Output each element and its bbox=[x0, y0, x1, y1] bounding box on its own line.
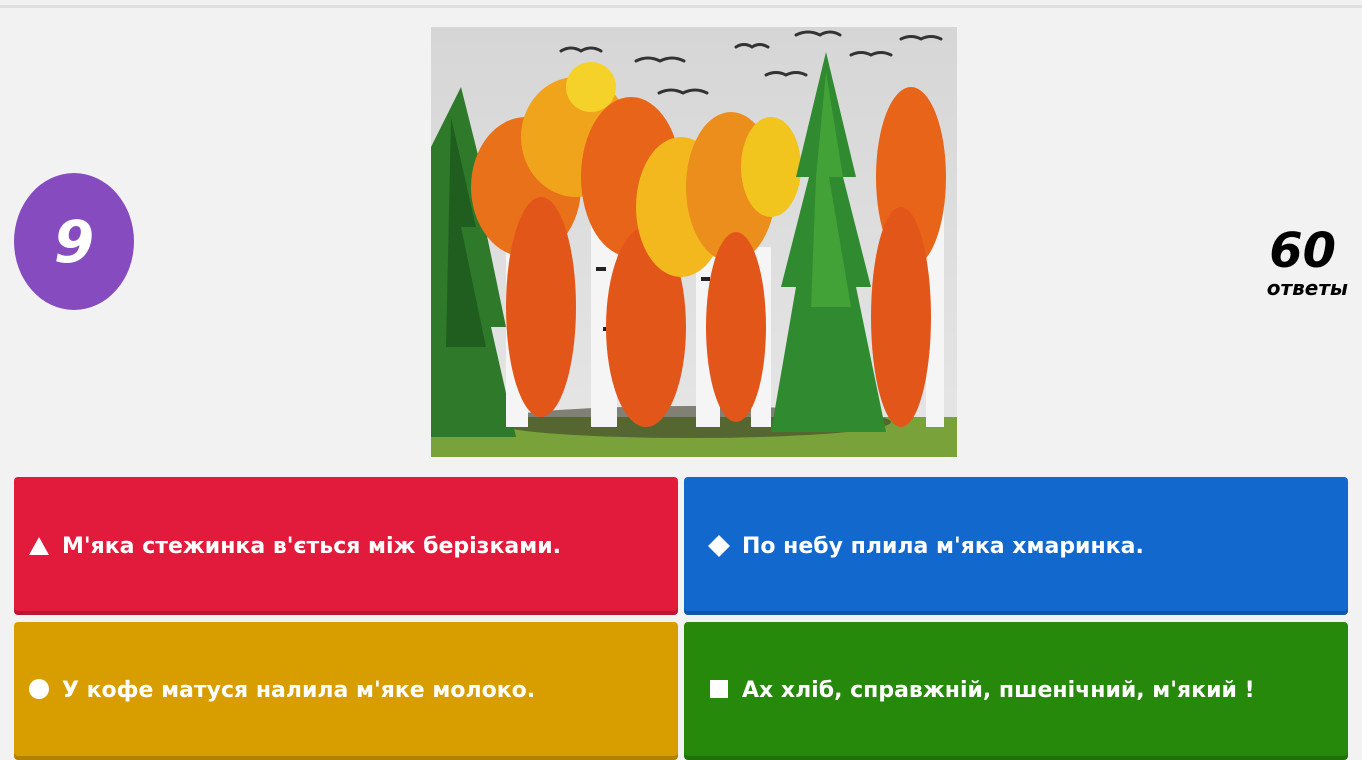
answer-text: У кофе матуся налила м'яке молоко. bbox=[62, 678, 536, 703]
answer-option-circle[interactable]: У кофе матуся налила м'яке молоко. bbox=[14, 622, 678, 760]
answer-text: М'яка стежинка в'ється між берізками. bbox=[62, 533, 561, 559]
answer-text: Ах хліб, справжній, пшенічний, м'який ! bbox=[742, 678, 1255, 703]
circle-icon bbox=[28, 678, 50, 700]
answers-count: 60 bbox=[1269, 223, 1336, 279]
answer-option-diamond[interactable]: По небу плила м'яка хмаринка. bbox=[684, 477, 1348, 615]
answers-counter: 60 ответы bbox=[1208, 226, 1348, 300]
question-number: 9 bbox=[53, 207, 95, 276]
answer-option-triangle[interactable]: М'яка стежинка в'ється між берізками. bbox=[14, 477, 678, 615]
answer-text: По небу плила м'яка хмаринка. bbox=[742, 533, 1144, 559]
diamond-icon bbox=[708, 535, 730, 557]
question-number-badge: 9 bbox=[14, 173, 134, 310]
square-icon bbox=[708, 678, 730, 700]
answer-option-square[interactable]: Ах хліб, справжній, пшенічний, м'який ! bbox=[684, 622, 1348, 760]
question-image bbox=[431, 27, 957, 457]
answers-label: ответы bbox=[1266, 276, 1348, 300]
top-divider bbox=[0, 5, 1362, 8]
triangle-icon bbox=[28, 535, 50, 557]
